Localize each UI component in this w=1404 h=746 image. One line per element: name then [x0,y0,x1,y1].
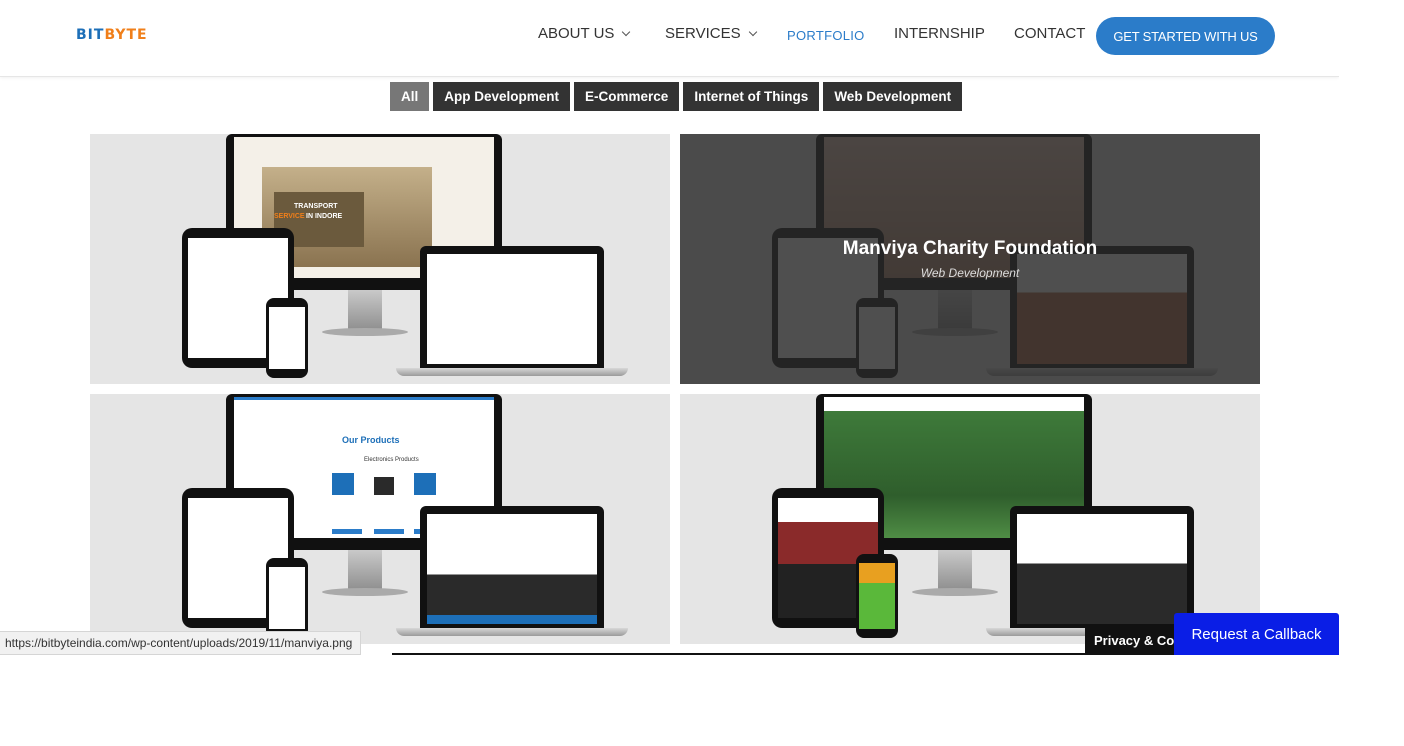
nav-internship[interactable]: INTERNSHIP [894,25,985,42]
chevron-down-icon [622,27,631,36]
products-heading: Our Products [342,435,400,445]
portfolio-item-electronics-store[interactable]: Our Products Electronics Products [90,394,670,644]
nav-about-us[interactable]: ABOUT US [538,25,631,42]
nav-portfolio[interactable]: PORTFOLIO [787,28,865,43]
laptop-base [396,628,628,636]
filter-all[interactable]: All [390,82,430,111]
request-callback-button[interactable]: Request a Callback [1174,613,1339,655]
hero-line-1: TRANSPORT [294,203,338,210]
site-top-bar [234,397,494,400]
phone-mockup [856,554,898,638]
logo-part-bit: BIT [76,27,105,43]
laptop-mockup [1010,506,1194,628]
add-to-cart-bar [332,529,362,534]
monitor-base [322,328,408,336]
hero-line-2: SERVICE [274,213,305,220]
portfolio-item-title[interactable]: Manviya Charity Foundation [680,238,1260,260]
hero-line-3: IN INDORE [306,213,343,220]
filter-internet-of-things[interactable]: Internet of Things [683,82,820,111]
chevron-down-icon [748,27,757,36]
filter-app-development[interactable]: App Development [433,82,571,111]
privacy-cookies-link[interactable]: Privacy & Cookies Policy [1085,626,1185,654]
product-board-3 [414,473,436,495]
bitbyte-logo[interactable]: BITBYTE [76,27,148,43]
laptop-mockup [420,246,604,368]
portfolio-item-category: Web Development [920,266,1020,280]
filter-web-development[interactable]: Web Development [823,82,963,111]
site-header: BITBYTE ABOUT US SERVICES PORTFOLIO INTE… [0,0,1339,77]
laptop-mockup [420,506,604,628]
website: BITBYTE ABOUT US SERVICES PORTFOLIO INTE… [0,0,1339,655]
monitor-base [322,588,408,596]
nav-internship-label: INTERNSHIP [894,25,985,42]
monitor-stand [348,290,382,330]
phone-mockup [266,298,308,378]
nav-contact-label: CONTACT [1014,25,1086,42]
portfolio-item-transport[interactable]: TRANSPORT SERVICE IN INDORE [90,134,670,384]
monitor-stand [348,550,382,590]
add-to-cart-bar [374,529,404,534]
portfolio-filter-bar: All App Development E-Commerce Internet … [390,82,963,111]
product-board-2 [374,477,394,495]
portfolio-item-agriculture[interactable] [680,394,1260,644]
browser-status-url: https://bitbyteindia.com/wp-content/uplo… [0,631,362,655]
product-board-1 [332,473,354,495]
monitor-base [912,588,998,596]
nav-about-us-label: ABOUT US [538,25,615,42]
phone-mockup [266,558,308,638]
monitor-stand [938,550,972,590]
laptop-base [396,368,628,376]
products-subheading: Electronics Products [364,457,419,463]
nav-services-label: SERVICES [665,25,741,42]
nav-contact[interactable]: CONTACT [1014,25,1085,42]
get-started-button[interactable]: GET STARTED WITH US [1096,17,1275,55]
logo-part-byte: BYTE [104,27,148,43]
nav-services[interactable]: SERVICES [665,25,757,42]
portfolio-item-manviya[interactable]: Manviya Charity Foundation Web Developme… [680,134,1260,384]
filter-e-commerce[interactable]: E-Commerce [574,82,680,111]
nav-portfolio-label: PORTFOLIO [787,28,865,43]
